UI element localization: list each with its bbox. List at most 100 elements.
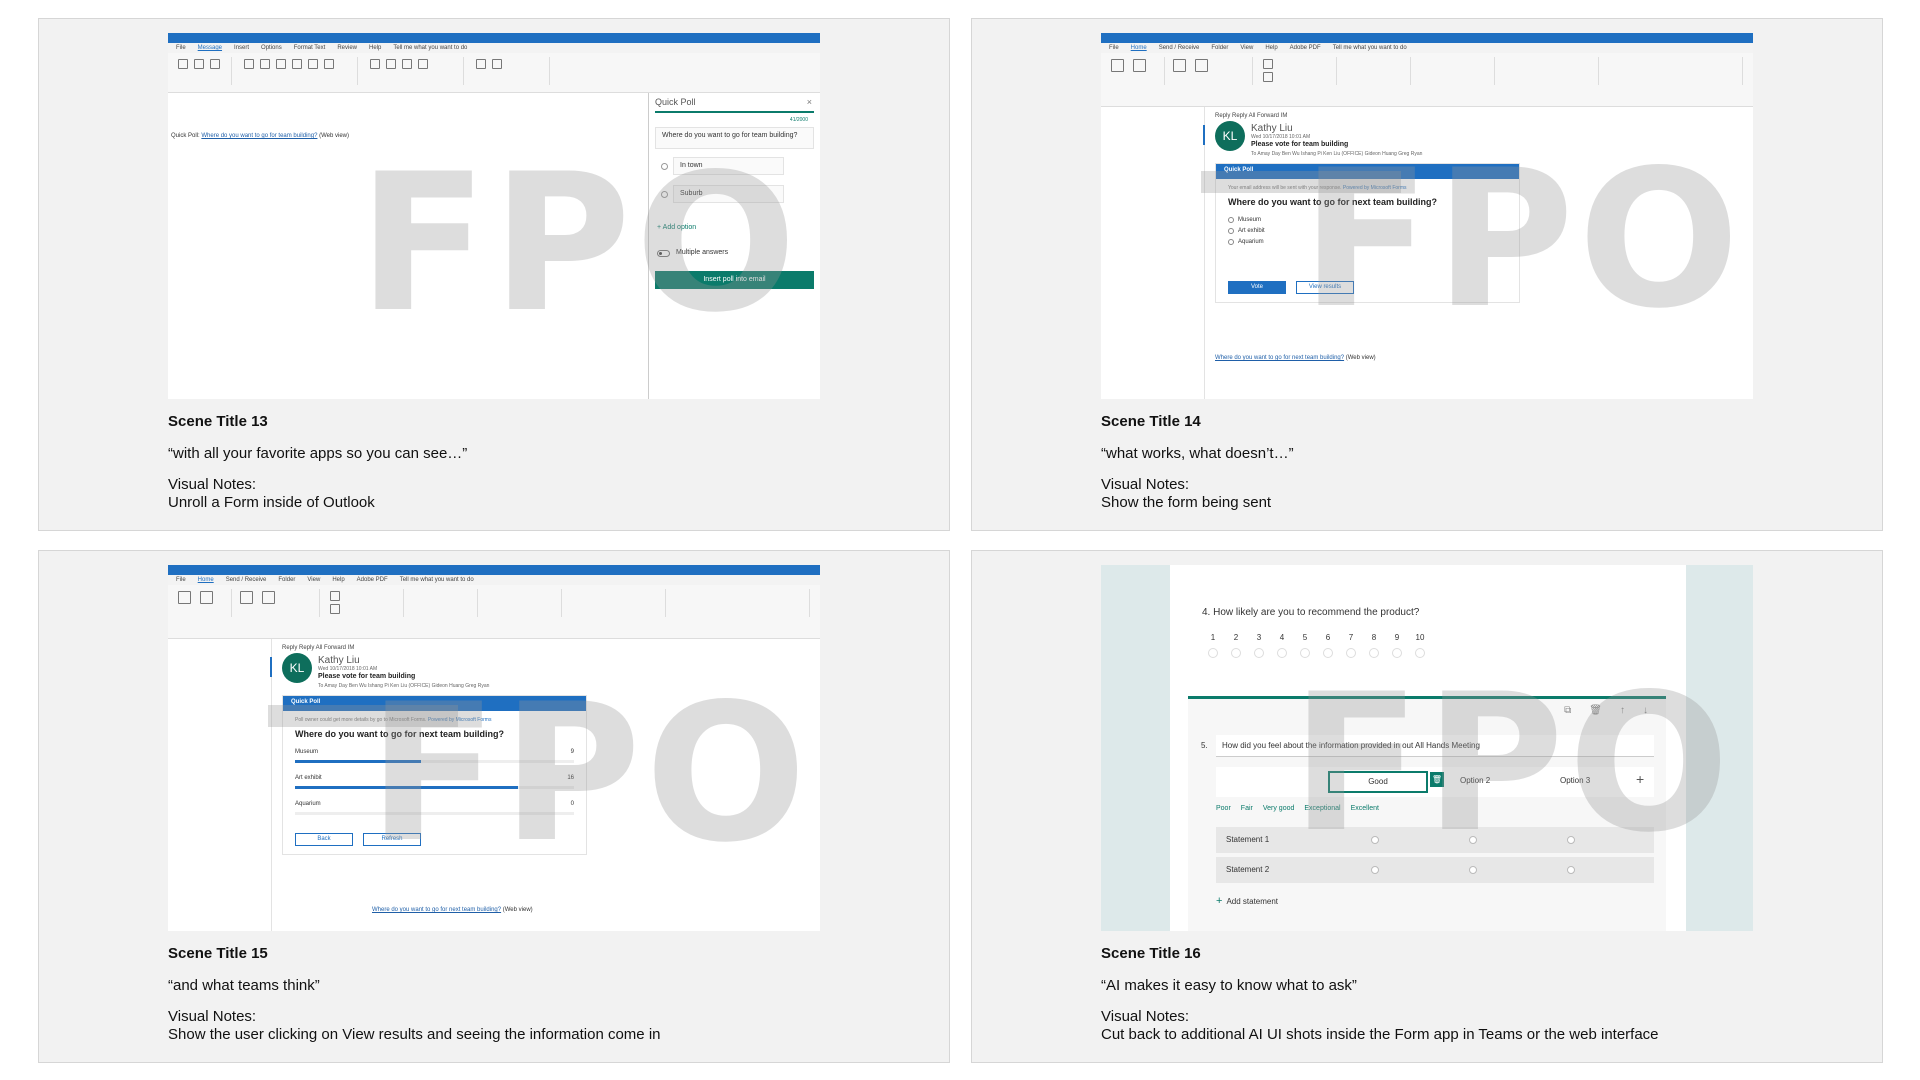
tab-review[interactable]: Review [337,45,357,51]
delete-icon[interactable] [1173,59,1186,72]
poll-option[interactable]: Museum [1228,217,1507,223]
arrow-up-icon[interactable]: ↑ [1620,705,1625,716]
signature-icon[interactable] [402,59,412,69]
new-email-icon[interactable] [1111,59,1124,72]
question-input[interactable]: Where do you want to go for team buildin… [655,127,814,149]
view-results-button[interactable]: View results [1296,281,1354,294]
radio-icon[interactable] [1469,836,1477,844]
cut-icon[interactable] [194,59,204,69]
powered-by-link[interactable]: Powered by Microsoft Forms [428,717,492,723]
reply-all-icon[interactable] [1263,72,1273,82]
add-option-icon[interactable]: + [1636,771,1644,787]
tab-insert[interactable]: Insert [234,45,249,51]
bold-icon[interactable] [244,59,254,69]
archive-icon[interactable] [1195,59,1208,72]
tab-file[interactable]: File [176,577,186,583]
tab-options[interactable]: Options [261,45,282,51]
radio-icon[interactable] [1228,217,1234,223]
reply-icon[interactable] [1263,59,1273,69]
tab-home[interactable]: Home [1131,45,1147,51]
align-icon[interactable] [324,59,334,69]
option-3[interactable]: Option 3 [1560,776,1590,785]
new-items-icon[interactable] [200,591,213,604]
italic-icon[interactable] [260,59,270,69]
radio-icon[interactable] [1567,836,1575,844]
tab-help[interactable]: Help [369,45,381,51]
insert-poll-button[interactable]: Insert poll into email [655,271,814,289]
option-good-input[interactable]: Good [1328,771,1428,793]
arrow-down-icon[interactable]: ↓ [1643,705,1648,716]
message-actions[interactable]: Reply Reply All Forward IM [1215,113,1287,119]
new-email-icon[interactable] [178,591,191,604]
radio-icon[interactable] [1208,648,1218,658]
numbering-icon[interactable] [308,59,318,69]
underline-icon[interactable] [276,59,286,69]
radio-icon[interactable] [1371,836,1379,844]
tab-send-receive[interactable]: Send / Receive [1159,45,1200,51]
radio-icon[interactable] [1371,866,1379,874]
radio-icon[interactable] [1369,648,1379,658]
radio-icon[interactable] [1415,648,1425,658]
suggestion-chip[interactable]: Fair [1241,805,1253,812]
add-statement-button[interactable]: + Add statement [1216,895,1278,907]
link-icon[interactable] [386,59,396,69]
attach-icon[interactable] [370,59,380,69]
poll-icon[interactable] [418,59,428,69]
paste-icon[interactable] [178,59,188,69]
close-icon[interactable]: × [807,97,812,107]
copy-icon[interactable]: ⧉ [1564,705,1571,716]
powered-by-link[interactable]: Powered by Microsoft Forms [1343,185,1407,191]
tab-help[interactable]: Help [1265,45,1277,51]
back-button[interactable]: Back [295,833,353,846]
tab-folder[interactable]: Folder [1211,45,1228,51]
radio-icon[interactable] [1323,648,1333,658]
flag-icon[interactable] [476,59,486,69]
tell-me-search[interactable]: Tell me what you want to do [400,577,474,583]
reply-icon[interactable] [330,591,340,601]
tab-home[interactable]: Home [198,577,214,583]
new-items-icon[interactable] [1133,59,1146,72]
radio-icon[interactable] [1469,866,1477,874]
tab-file[interactable]: File [1109,45,1119,51]
archive-icon[interactable] [262,591,275,604]
tab-help[interactable]: Help [332,577,344,583]
reply-all-icon[interactable] [330,604,340,614]
tab-adobe-pdf[interactable]: Adobe PDF [357,577,388,583]
delete-icon[interactable] [240,591,253,604]
tab-file[interactable]: File [176,45,186,51]
poll-link[interactable]: Where do you want to go for team buildin… [201,133,317,139]
poll-option[interactable]: Aquarium [1228,239,1507,245]
poll-link[interactable]: Where do you want to go for next team bu… [1215,355,1344,361]
message-actions[interactable]: Reply Reply All Forward IM [282,645,354,651]
multiple-answers-toggle[interactable] [657,250,670,257]
statement-label[interactable]: Statement 2 [1226,865,1269,874]
radio-icon[interactable] [1277,648,1287,658]
tab-message[interactable]: Message [198,45,222,51]
tab-folder[interactable]: Folder [278,577,295,583]
radio-icon[interactable] [1346,648,1356,658]
copy-icon[interactable] [210,59,220,69]
refresh-button[interactable]: Refresh [363,833,421,846]
tab-adobe-pdf[interactable]: Adobe PDF [1290,45,1321,51]
radio-icon[interactable] [1300,648,1310,658]
tab-send-receive[interactable]: Send / Receive [226,577,267,583]
vote-button[interactable]: Vote [1228,281,1286,294]
radio-icon[interactable] [1254,648,1264,658]
option-input-2[interactable]: Suburb [673,185,784,203]
option-input-1[interactable]: In town [673,157,784,175]
suggestion-chip[interactable]: Excellent [1351,805,1379,812]
option-2[interactable]: Option 2 [1460,776,1490,785]
tab-view[interactable]: View [1240,45,1253,51]
add-option-button[interactable]: + Add option [657,224,696,231]
statement-label[interactable]: Statement 1 [1226,835,1269,844]
tell-me-search[interactable]: Tell me what you want to do [393,45,467,51]
radio-icon[interactable] [1567,866,1575,874]
poll-link[interactable]: Where do you want to go for next team bu… [372,907,501,913]
radio-icon[interactable] [1231,648,1241,658]
question-5-input[interactable]: How did you feel about the information p… [1216,735,1654,757]
bullets-icon[interactable] [292,59,302,69]
tab-format-text[interactable]: Format Text [294,45,326,51]
trash-icon[interactable]: 🗑 [1589,705,1602,716]
suggestion-chip[interactable]: Exceptional [1304,805,1340,812]
trash-icon[interactable]: 🗑 [1430,772,1444,787]
